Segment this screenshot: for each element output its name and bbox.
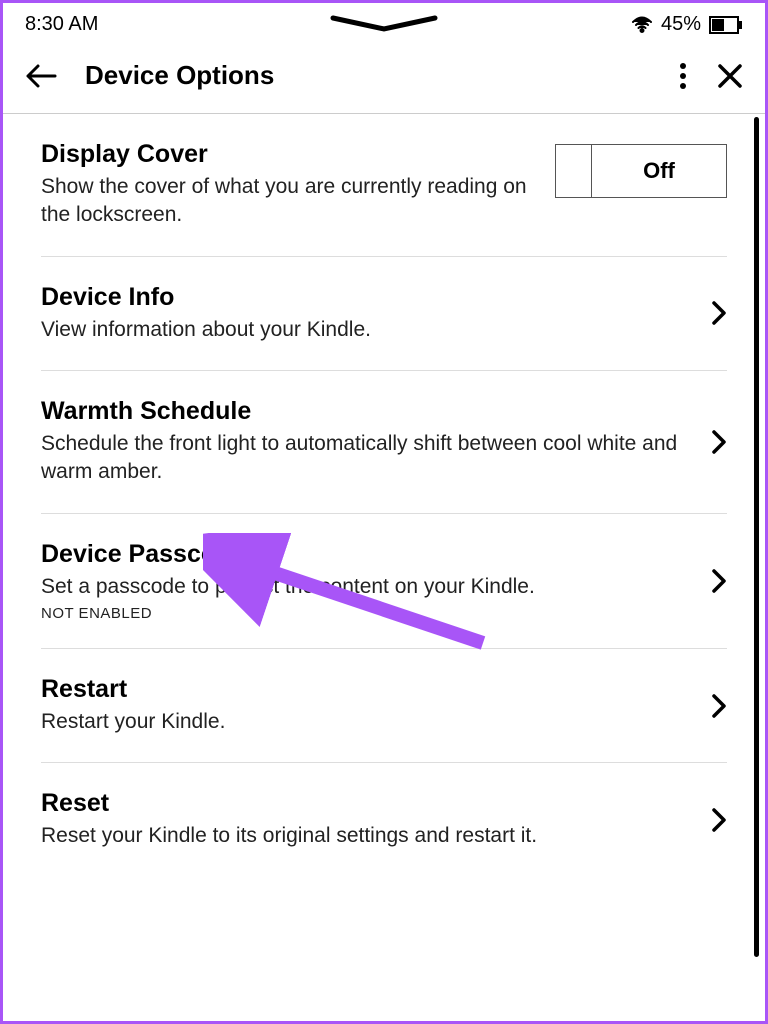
battery-icon: [709, 16, 743, 34]
scrollbar[interactable]: [754, 117, 759, 957]
row-desc: Schedule the front light to automaticall…: [41, 430, 691, 487]
row-desc: Show the cover of what you are currently…: [41, 173, 535, 230]
row-desc: View information about your Kindle.: [41, 316, 691, 344]
chevron-right-icon: [711, 807, 727, 833]
row-device-passcode[interactable]: Device Passcode Set a passcode to protec…: [41, 514, 727, 649]
row-title: Device Passcode: [41, 540, 691, 569]
back-button[interactable]: [25, 63, 57, 89]
chevron-right-icon: [711, 300, 727, 326]
row-reset[interactable]: Reset Reset your Kindle to its original …: [41, 763, 727, 876]
row-desc: Set a passcode to protect the content on…: [41, 573, 691, 601]
clock: 8:30 AM: [25, 13, 98, 36]
row-warmth-schedule[interactable]: Warmth Schedule Schedule the front light…: [41, 371, 727, 514]
more-menu-icon[interactable]: [679, 62, 687, 90]
title-bar: Device Options: [3, 42, 765, 114]
row-display-cover[interactable]: Display Cover Show the cover of what you…: [41, 114, 727, 257]
close-button[interactable]: [717, 63, 743, 89]
pull-down-indicator[interactable]: [329, 15, 439, 33]
row-desc: Reset your Kindle to its original settin…: [41, 822, 691, 850]
row-restart[interactable]: Restart Restart your Kindle.: [41, 649, 727, 763]
settings-list: Display Cover Show the cover of what you…: [3, 114, 765, 877]
page-title: Device Options: [85, 60, 274, 91]
app-frame: 8:30 AM 45% Device Options: [0, 0, 768, 1024]
row-title: Warmth Schedule: [41, 397, 691, 426]
battery-percent: 45%: [661, 13, 701, 36]
chevron-right-icon: [711, 568, 727, 594]
wifi-icon: [631, 16, 653, 34]
row-title: Restart: [41, 675, 691, 704]
toggle-knob: [556, 145, 592, 197]
row-title: Reset: [41, 789, 691, 818]
chevron-right-icon: [711, 693, 727, 719]
row-device-info[interactable]: Device Info View information about your …: [41, 257, 727, 371]
status-right: 45%: [631, 13, 743, 36]
chevron-right-icon: [711, 429, 727, 455]
settings-content: Display Cover Show the cover of what you…: [3, 114, 765, 974]
row-title: Display Cover: [41, 140, 535, 169]
row-title: Device Info: [41, 283, 691, 312]
row-desc: Restart your Kindle.: [41, 708, 691, 736]
display-cover-toggle[interactable]: Off: [555, 144, 727, 198]
toggle-label: Off: [592, 145, 726, 197]
row-status: NOT ENABLED: [41, 605, 691, 622]
